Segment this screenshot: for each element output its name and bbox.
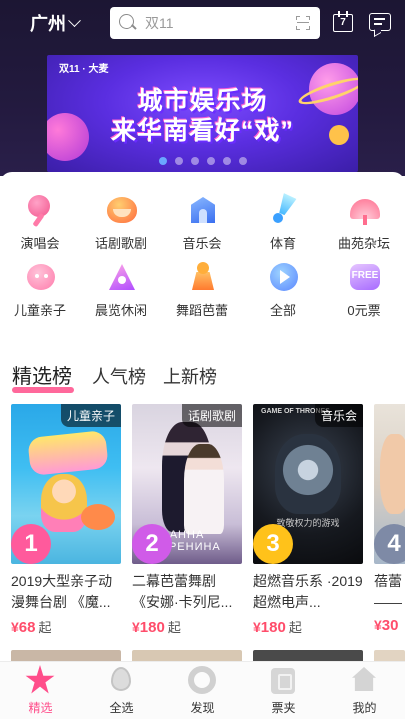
kids-face-icon — [26, 262, 56, 292]
show-price: ¥30 — [374, 617, 399, 634]
rank-badge: 4 — [374, 524, 405, 564]
calendar-icon[interactable]: 7 — [333, 11, 355, 33]
show-price: ¥68 起 — [11, 619, 52, 636]
rank-badge: 2 — [132, 524, 172, 564]
home-icon — [349, 665, 379, 695]
star-icon — [25, 665, 55, 695]
message-icon[interactable] — [369, 13, 391, 31]
carousel-dot[interactable] — [222, 157, 231, 165]
category-tag: 儿童亲子 — [60, 404, 121, 427]
discover-icon — [187, 665, 217, 695]
category-label: 曲苑杂坛 — [337, 236, 390, 251]
show-poster: 儿童亲子 1 — [11, 404, 121, 564]
search-input[interactable]: 双11 — [110, 7, 320, 39]
category-dance[interactable]: 舞蹈芭蕾 — [162, 257, 242, 318]
search-icon — [119, 14, 137, 32]
category-concert[interactable]: 演唱会 — [0, 190, 80, 251]
free-ticket-icon: FREE — [350, 262, 380, 292]
nav-label: 我的 — [352, 701, 377, 715]
show-title: 2019大型亲子动漫舞台剧 《魔... — [11, 573, 113, 610]
show-title: 蓓蕾 —— — [374, 573, 402, 610]
ticket-icon — [268, 665, 298, 695]
carousel-dot[interactable] — [158, 157, 167, 165]
dance-icon — [188, 262, 218, 292]
music-hall-icon — [188, 195, 218, 225]
calendar-day: 7 — [340, 17, 346, 28]
show-poster: GAME OF THRONES 致敬权力的游戏 音乐会 3 — [253, 404, 363, 564]
category-label: 音乐会 — [182, 236, 222, 251]
nav-label: 精选 — [28, 701, 53, 715]
category-exhibition[interactable]: 晨览休闲 — [81, 257, 161, 318]
tab-new[interactable]: 上新榜 — [163, 363, 217, 389]
show-card[interactable]: 4 蓓蕾 —— ¥30 — [374, 404, 405, 644]
drama-mask-icon — [107, 195, 137, 225]
rank-badge: 1 — [11, 524, 51, 564]
nav-discover[interactable]: 发现 — [162, 662, 243, 719]
category-music[interactable]: 音乐会 — [162, 190, 242, 251]
carousel-dot[interactable] — [190, 157, 199, 165]
exhibition-icon — [107, 262, 137, 292]
nav-mine[interactable]: 我的 — [324, 662, 405, 719]
category-label: 0元票 — [347, 303, 381, 318]
nav-label: 发现 — [190, 701, 215, 715]
scan-icon[interactable] — [296, 16, 310, 30]
category-folk-arts[interactable]: 曲苑杂坛 — [324, 190, 404, 251]
carousel-dot[interactable] — [206, 157, 215, 165]
category-label: 舞蹈芭蕾 — [175, 303, 228, 318]
promo-banner[interactable]: 双11 · 大麦 城市娱乐场 来华南看好“戏” — [47, 55, 358, 172]
top-header: 广州 双11 7 双11 · 大麦 城市娱乐场 来华南看好“戏” — [0, 0, 405, 176]
category-tag: 话剧歌剧 — [181, 404, 242, 427]
nav-tickets[interactable]: 票夹 — [243, 662, 324, 719]
nav-label: 全选 — [109, 701, 134, 715]
carousel-dot[interactable] — [174, 157, 183, 165]
city-label: 广州 — [30, 14, 66, 34]
drop-icon — [106, 665, 136, 695]
show-price: ¥180 起 — [253, 619, 302, 636]
search-placeholder: 双11 — [145, 15, 174, 31]
category-drama[interactable]: 话剧歌剧 — [81, 190, 161, 251]
banner-subheadline: 来华南看好“戏” — [110, 117, 294, 145]
play-all-icon — [269, 262, 299, 292]
category-tag: 音乐会 — [314, 404, 363, 427]
category-all[interactable]: 全部 — [243, 257, 323, 318]
category-label: 话剧歌剧 — [94, 236, 147, 251]
category-label: 晨览休闲 — [94, 303, 147, 318]
category-label: 演唱会 — [20, 236, 60, 251]
microphone-icon — [26, 195, 56, 228]
carousel-dot[interactable] — [238, 157, 247, 165]
category-sports[interactable]: 体育 — [243, 190, 323, 251]
show-poster: АННА КАРЕНИНА 话剧歌剧 2 — [132, 404, 242, 564]
rank-badge: 3 — [253, 524, 293, 564]
tab-featured[interactable]: 精选榜 — [12, 360, 74, 393]
nav-all[interactable]: 全选 — [81, 662, 162, 719]
show-poster: 4 — [374, 404, 405, 564]
show-title: 超燃音乐系 ·2019超燃电声... — [253, 573, 363, 610]
category-label: 儿童亲子 — [13, 303, 66, 318]
nav-label: 票夹 — [271, 701, 296, 715]
category-label: 全部 — [269, 303, 296, 318]
bottom-nav: 精选 全选 发现 票夹 我的 — [0, 661, 405, 719]
show-price: ¥180 起 — [132, 619, 181, 636]
category-free-ticket[interactable]: FREE 0元票 — [324, 257, 404, 318]
category-kids[interactable]: 儿童亲子 — [0, 257, 80, 318]
chevron-down-icon — [68, 13, 81, 27]
nav-featured[interactable]: 精选 — [0, 662, 81, 719]
category-label: 体育 — [269, 236, 296, 251]
city-selector[interactable]: 广州 — [30, 11, 81, 35]
badminton-icon — [269, 195, 299, 225]
tab-popular[interactable]: 人气榜 — [92, 363, 146, 389]
fan-icon — [350, 195, 380, 225]
show-title: 二幕芭蕾舞剧 《安娜·卡列尼... — [132, 573, 233, 610]
banner-tag: 双11 · 大麦 — [59, 64, 109, 75]
carousel-dots — [0, 157, 405, 165]
